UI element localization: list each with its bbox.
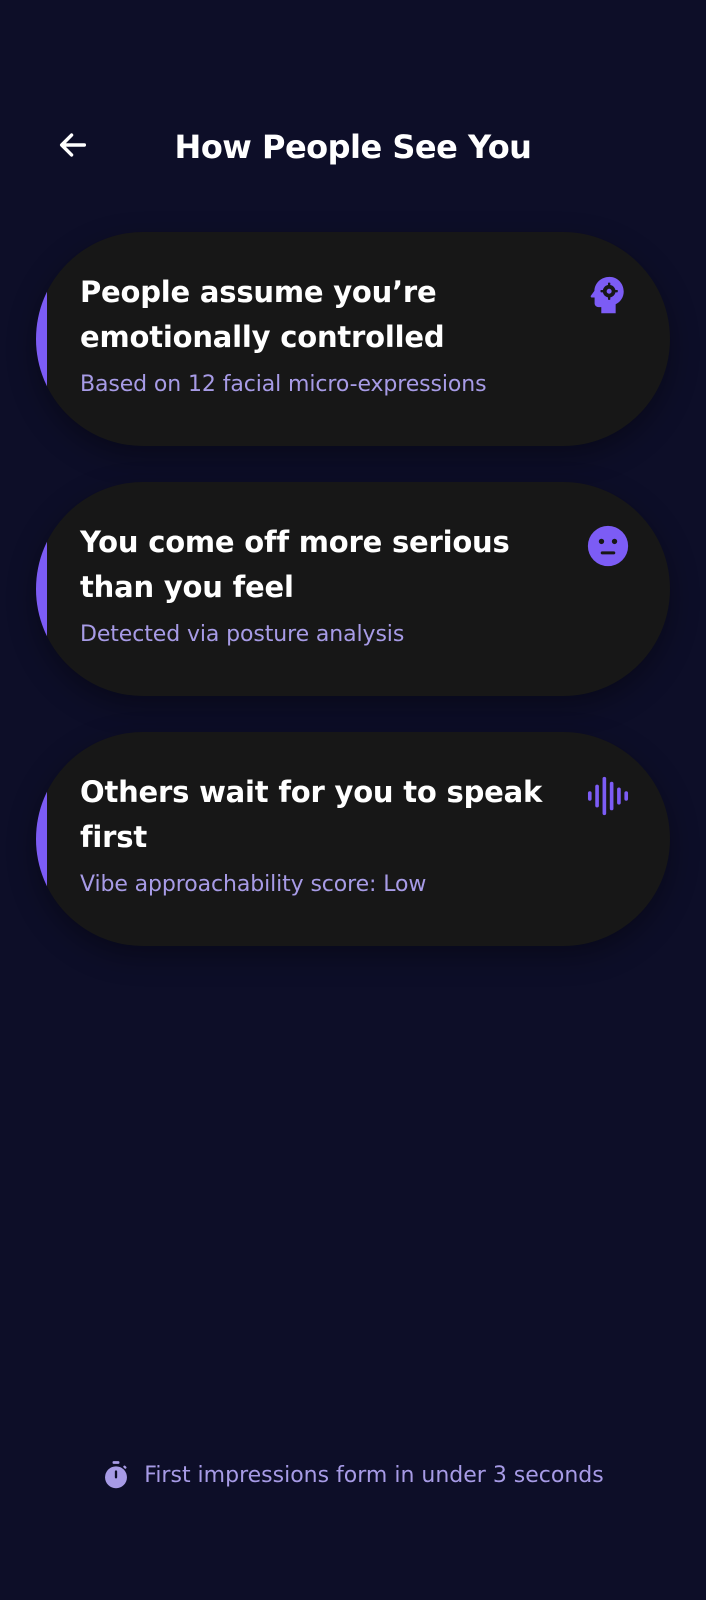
card-subtitle: Vibe approachability score: Low [80,872,427,897]
footer-note: First impressions form in under 3 second… [0,1460,706,1490]
sound-wave-icon [584,772,632,820]
insight-card-emotionally-controlled[interactable]: People assume you’re emotionally control… [36,232,670,446]
page-title: How People See You [174,128,532,166]
neutral-face-icon [584,522,632,570]
card-subtitle: Based on 12 facial micro-expressions [80,372,487,397]
top-bar: How People See You [0,110,706,180]
insight-card-more-serious[interactable]: You come off more serious than you feel … [36,482,670,696]
head-gear-icon [584,272,632,320]
footer-text: First impressions form in under 3 second… [144,1462,604,1488]
card-subtitle: Detected via posture analysis [80,622,405,647]
stopwatch-icon [105,1461,128,1489]
card-title: You come off more serious than you feel [80,525,510,604]
card-title: Others wait for you to speak first [80,775,543,854]
card-title: People assume you’re emotionally control… [80,275,445,354]
insight-card-speak-first[interactable]: Others wait for you to speak first Vibe … [36,732,670,946]
